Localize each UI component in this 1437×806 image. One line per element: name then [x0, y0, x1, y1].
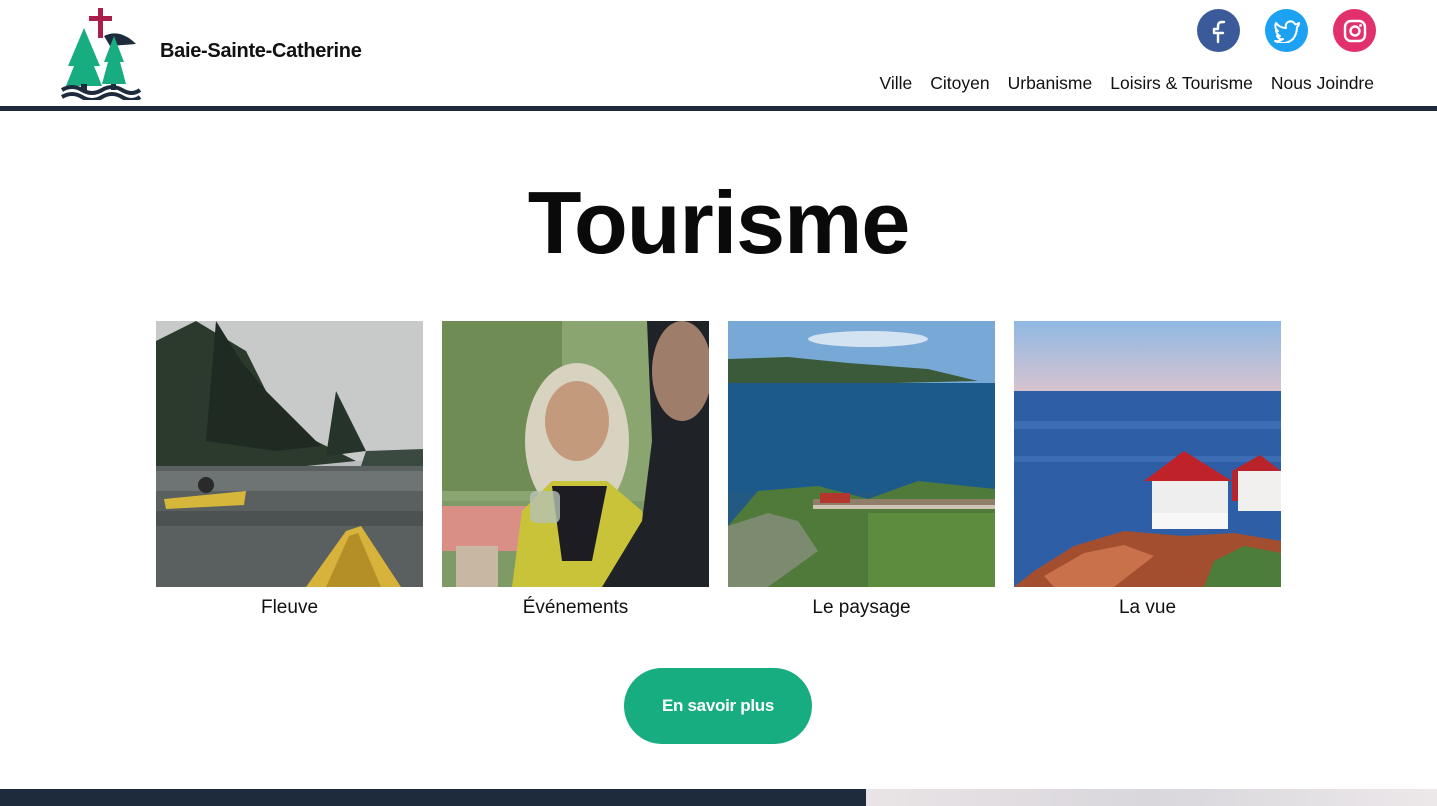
card-vue[interactable]: La vue — [1014, 321, 1281, 619]
footer-band-dark — [0, 789, 866, 806]
card-caption: La vue — [1118, 597, 1177, 618]
card-fleuve[interactable]: Fleuve — [156, 321, 423, 619]
view-photo — [1014, 321, 1281, 587]
social-links — [1197, 9, 1376, 52]
kayak-photo — [156, 321, 423, 587]
nav-item-urbanisme[interactable]: Urbanisme — [1008, 73, 1093, 94]
page-title: Tourisme — [527, 173, 911, 272]
brand-name[interactable]: Baie-Sainte-Catherine — [160, 40, 362, 63]
nav-item-nous-joindre[interactable]: Nous Joindre — [1271, 73, 1374, 94]
header-divider — [0, 106, 1437, 111]
twitter-icon — [1273, 19, 1300, 43]
instagram-link[interactable] — [1333, 9, 1376, 52]
nav-item-loisirs-tourisme[interactable]: Loisirs & Tourisme — [1110, 73, 1253, 94]
site-header: Baie-Sainte-Catherine Ville Citoyen Urba… — [0, 0, 1437, 107]
event-photo — [442, 321, 709, 587]
facebook-link[interactable] — [1197, 9, 1240, 52]
instagram-icon — [1343, 19, 1366, 42]
footer-band-image — [866, 789, 1437, 806]
learn-more-button[interactable]: En savoir plus — [624, 668, 812, 744]
facebook-icon — [1212, 20, 1225, 43]
twitter-link[interactable] — [1265, 9, 1308, 52]
landscape-photo — [728, 321, 995, 587]
tree-cross-waves-logo-icon — [60, 8, 142, 102]
card-evenements[interactable]: Événements — [442, 321, 709, 619]
card-caption: Événements — [522, 597, 629, 618]
card-paysage[interactable]: Le paysage — [728, 321, 995, 619]
site-logo[interactable] — [60, 6, 144, 102]
card-caption: Fleuve — [260, 597, 319, 618]
card-caption: Le paysage — [812, 597, 911, 618]
nav-item-ville[interactable]: Ville — [880, 73, 913, 94]
nav-item-citoyen[interactable]: Citoyen — [930, 73, 989, 94]
tourism-cards: Fleuve Événements Le paysage La vue — [156, 321, 1281, 619]
main-nav: Ville Citoyen Urbanisme Loisirs & Touris… — [880, 73, 1375, 94]
